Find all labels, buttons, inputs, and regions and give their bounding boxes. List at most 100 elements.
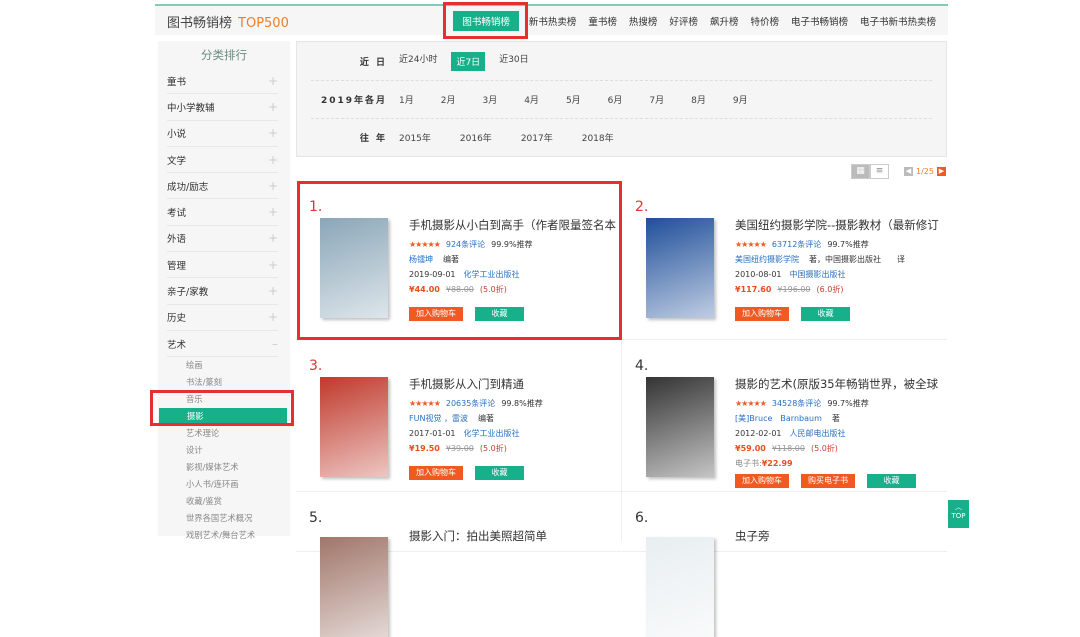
nav-tab[interactable]: 电子书新书热卖榜: [854, 11, 942, 31]
filter-option[interactable]: 近30日: [499, 52, 528, 71]
plus-icon[interactable]: +: [268, 310, 278, 324]
filter-option[interactable]: 2月: [441, 93, 456, 106]
prev-page-button[interactable]: ◀: [904, 167, 913, 176]
sidebar-item[interactable]: 文学 +: [167, 147, 278, 174]
filter-option[interactable]: 5月: [566, 93, 581, 106]
sidebar-item-label: 成功/励志: [167, 181, 209, 193]
book-title[interactable]: 摄影入门：拍出美照超简单: [409, 528, 619, 544]
plus-icon[interactable]: +: [268, 284, 278, 298]
top500-label: TOP500: [238, 16, 289, 31]
book-cover[interactable]: [320, 377, 388, 477]
plus-icon[interactable]: +: [268, 205, 278, 219]
author-link[interactable]: 美国纽约摄影学院: [735, 255, 799, 264]
filter-option[interactable]: 近7日: [451, 51, 486, 71]
add-to-cart-button[interactable]: 加入购物车: [409, 466, 463, 480]
favorite-button[interactable]: 收藏: [867, 474, 916, 488]
sidebar-subitem[interactable]: 影视/媒体艺术: [158, 459, 290, 476]
book-actions: 加入购物车 收藏: [409, 466, 619, 480]
author-link[interactable]: FUN视觉 ，雷波: [409, 414, 468, 423]
nav-tab[interactable]: 好评榜: [663, 11, 704, 31]
ebook-price-line: 电子书:¥22.99: [735, 456, 945, 471]
sidebar-item[interactable]: 外语 +: [167, 226, 278, 253]
buy-ebook-button[interactable]: 购买电子书: [801, 474, 855, 488]
book-title[interactable]: 虫子旁: [735, 528, 945, 544]
nav-tab[interactable]: 电子书畅销榜: [785, 11, 854, 31]
sidebar-subitem[interactable]: 艺术理论: [158, 425, 290, 442]
book-cover[interactable]: [646, 377, 714, 477]
plus-icon[interactable]: +: [268, 126, 278, 140]
book-cover[interactable]: [646, 218, 714, 318]
recommend-rate: 99.7%推荐: [827, 399, 869, 408]
sidebar-subitem[interactable]: 收藏/鉴赏: [158, 493, 290, 510]
filter-option[interactable]: 3月: [482, 93, 497, 106]
sidebar-item[interactable]: 中小学教辅 +: [167, 94, 278, 121]
list-view-button[interactable]: ≡: [870, 164, 889, 179]
sidebar-item-label: 外语: [167, 234, 187, 246]
sidebar-subitem[interactable]: 小人书/连环画: [158, 476, 290, 493]
sidebar-title: 分类排行: [201, 48, 247, 62]
nav-tab[interactable]: 飙升榜: [704, 11, 745, 31]
plus-icon[interactable]: +: [268, 74, 278, 88]
sidebar-item[interactable]: 小说 +: [167, 121, 278, 147]
filter-option[interactable]: 1月: [399, 93, 414, 106]
filter-option[interactable]: 2016年: [460, 131, 492, 144]
filter-option[interactable]: 近24小时: [399, 52, 437, 71]
plus-icon[interactable]: +: [268, 258, 278, 272]
review-count[interactable]: 34528条评论: [772, 399, 821, 408]
filter-option[interactable]: 4月: [524, 93, 539, 106]
book-title[interactable]: 手机摄影从入门到精通: [409, 376, 619, 392]
sidebar-item[interactable]: 历史 +: [167, 305, 278, 331]
original-price: ¥39.00: [445, 444, 474, 453]
author-line: 美国纽约摄影学院 著，中国摄影出版社 译: [735, 252, 945, 267]
filter-option[interactable]: 7月: [649, 93, 664, 106]
nav-tab[interactable]: 童书榜: [582, 11, 623, 31]
nav-tab[interactable]: 新书热卖榜: [523, 11, 583, 31]
filter-option[interactable]: 2017年: [521, 131, 553, 144]
plus-icon[interactable]: +: [268, 231, 278, 245]
filter-option[interactable]: 8月: [691, 93, 706, 106]
author-link[interactable]: [美]Bruce Barnbaum: [735, 414, 822, 423]
book-title[interactable]: 摄影的艺术(原版35年畅销世界，被全球: [735, 376, 945, 392]
nav-tab[interactable]: 热搜榜: [623, 11, 664, 31]
book-title[interactable]: 美国纽约摄影学院--摄影教材（最新修订: [735, 217, 945, 233]
publisher-link[interactable]: 人民邮电出版社: [790, 429, 846, 438]
favorite-button[interactable]: 收藏: [475, 466, 524, 480]
review-count[interactable]: 20635条评论: [446, 399, 495, 408]
publisher-link[interactable]: 中国摄影出版社: [790, 270, 846, 279]
book-cover[interactable]: [646, 537, 714, 637]
review-count[interactable]: 63712条评论: [772, 240, 821, 249]
plus-icon[interactable]: +: [268, 153, 278, 167]
filter-option[interactable]: 2018年: [582, 131, 614, 144]
sidebar-item[interactable]: 管理 +: [167, 252, 278, 279]
add-to-cart-button[interactable]: 加入购物车: [735, 474, 789, 488]
filter-option[interactable]: 6月: [608, 93, 623, 106]
chevron-up-icon: ︿: [955, 503, 962, 511]
book-cover[interactable]: [320, 537, 388, 637]
favorite-button[interactable]: 收藏: [801, 307, 850, 321]
original-price: ¥196.00: [777, 285, 811, 294]
plus-icon[interactable]: +: [268, 179, 278, 193]
author-line: [美]Bruce Barnbaum 著: [735, 411, 945, 426]
book-card: 3. 手机摄影从入门到精通 ★★★★★ 20635条评论 99.8%推荐 FUN视觉 ，雷…: [296, 340, 621, 492]
add-to-cart-button[interactable]: 加入购物车: [735, 307, 789, 321]
sidebar-subitem[interactable]: 绘画: [158, 357, 290, 374]
minus-icon[interactable]: –: [272, 337, 278, 351]
header: 图书畅销榜 TOP500 图书畅销榜 新书热卖榜 童书榜 热搜榜 好评榜 飙升榜 特价榜 电子书…: [155, 4, 948, 35]
grid-view-button[interactable]: ▦: [851, 164, 870, 179]
back-to-top-button[interactable]: ︿ TOP: [948, 500, 969, 528]
sidebar-item[interactable]: 成功/励志 +: [167, 173, 278, 200]
sidebar-subitem[interactable]: 设计: [158, 442, 290, 459]
filter-option[interactable]: 2015年: [399, 131, 431, 144]
sidebar-item-expanded[interactable]: 艺术 –: [167, 331, 278, 358]
next-page-button[interactable]: ▶: [936, 167, 946, 176]
sidebar-item[interactable]: 考试 +: [167, 199, 278, 226]
publisher-link[interactable]: 化学工业出版社: [464, 429, 520, 438]
sidebar-subitem[interactable]: 书法/篆刻: [158, 374, 290, 391]
sidebar-item[interactable]: 亲子/家教 +: [167, 278, 278, 305]
filter-option[interactable]: 9月: [733, 93, 748, 106]
rating-stars: ★★★★★: [409, 399, 441, 408]
sidebar-subitem[interactable]: 世界各国艺术概况: [158, 510, 290, 527]
plus-icon[interactable]: +: [268, 100, 278, 114]
nav-tab[interactable]: 特价榜: [744, 11, 785, 31]
sidebar-item[interactable]: 童书 +: [167, 68, 278, 95]
